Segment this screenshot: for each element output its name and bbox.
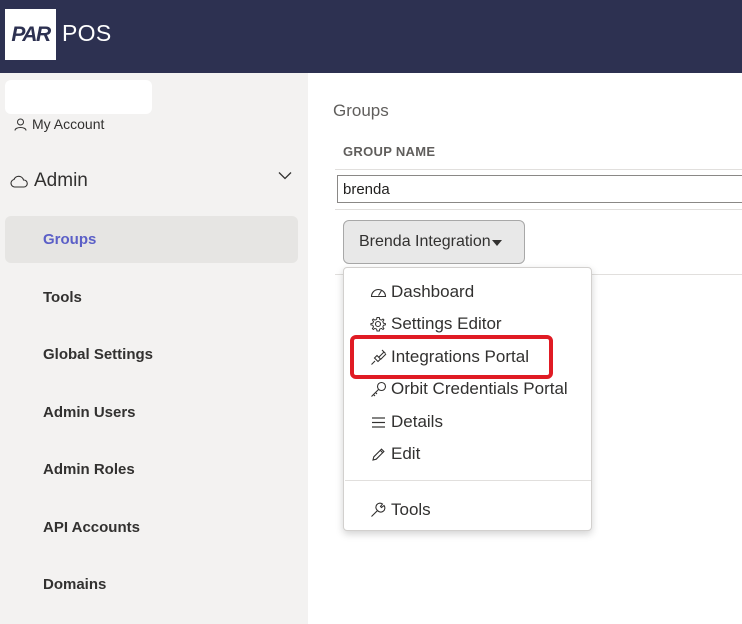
top-bar: PAR POS: [0, 0, 742, 73]
group-actions-dropdown-button[interactable]: Brenda Integration: [343, 220, 525, 264]
logo-text: PAR: [11, 22, 51, 46]
chevron-down-icon[interactable]: [278, 171, 292, 180]
header-divider: [335, 169, 742, 170]
gauge-icon: [369, 283, 387, 301]
group-button-label: Brenda Integration: [359, 233, 491, 250]
page-title: Groups: [333, 101, 389, 120]
menu-item-label: Tools: [391, 500, 431, 519]
person-icon: [14, 118, 27, 131]
sidebar-item-label: Admin Users: [43, 404, 136, 421]
menu-item-label: Details: [391, 412, 443, 431]
sidebar-item-label: Domains: [43, 576, 107, 593]
wrench-icon: [369, 501, 387, 519]
sidebar-item-label: API Accounts: [43, 519, 140, 536]
menu-item-label: Integrations Portal: [391, 347, 529, 366]
sidebar-item-label: Global Settings: [43, 346, 154, 363]
sidebar-item-global-settings[interactable]: Global Settings: [5, 331, 298, 378]
list-icon: [369, 413, 387, 431]
menu-item-integrations-portal[interactable]: Integrations Portal: [369, 344, 529, 370]
menu-item-settings-editor[interactable]: Settings Editor: [369, 311, 502, 337]
admin-section-label: Admin: [34, 170, 88, 191]
app-name: POS: [62, 20, 112, 46]
menu-item-tools[interactable]: Tools: [369, 497, 431, 523]
sidebar-item-groups[interactable]: Groups: [5, 216, 298, 263]
menu-divider: [345, 480, 591, 481]
group-name-filter-input[interactable]: [337, 175, 742, 203]
menu-item-label: Dashboard: [391, 282, 475, 301]
menu-item-orbit-credentials-portal[interactable]: Orbit Credentials Portal: [369, 376, 568, 402]
pencil-icon: [369, 445, 387, 463]
sidebar-item-admin-users[interactable]: Admin Users: [5, 389, 298, 436]
sidebar-item-label: Admin Roles: [43, 461, 135, 478]
sidebar-item-label: Groups: [43, 231, 97, 248]
menu-item-label: Orbit Credentials Portal: [391, 379, 568, 398]
menu-item-dashboard[interactable]: Dashboard: [369, 279, 474, 305]
sidebar-item-label: Tools: [43, 289, 82, 306]
menu-item-edit[interactable]: Edit: [369, 441, 420, 467]
par-logo[interactable]: PAR: [5, 9, 56, 60]
user-name-box[interactable]: [5, 80, 152, 114]
plug-icon: [369, 348, 387, 366]
sidebar: My Account Admin Groups Tools Global Set…: [0, 73, 308, 624]
admin-section-toggle[interactable]: Admin: [10, 167, 292, 195]
menu-item-details[interactable]: Details: [369, 409, 443, 435]
menu-item-label: Edit: [391, 444, 421, 463]
sidebar-item-api-accounts[interactable]: API Accounts: [5, 504, 298, 551]
row-divider: [335, 209, 742, 210]
group-actions-menu: Dashboard Settings Editor Integrations P…: [343, 267, 592, 531]
cloud-icon: [10, 175, 28, 188]
my-account-link[interactable]: My Account: [14, 116, 104, 132]
gear-icon: [369, 315, 387, 333]
column-header-group-name[interactable]: GROUP NAME: [343, 144, 435, 159]
sidebar-item-admin-roles[interactable]: Admin Roles: [5, 446, 298, 493]
caret-down-icon: [491, 239, 502, 246]
my-account-label: My Account: [32, 116, 105, 132]
sidebar-item-tools[interactable]: Tools: [5, 274, 298, 321]
key-icon: [369, 380, 387, 398]
menu-item-label: Settings Editor: [391, 314, 502, 333]
sidebar-item-domains[interactable]: Domains: [5, 561, 298, 608]
